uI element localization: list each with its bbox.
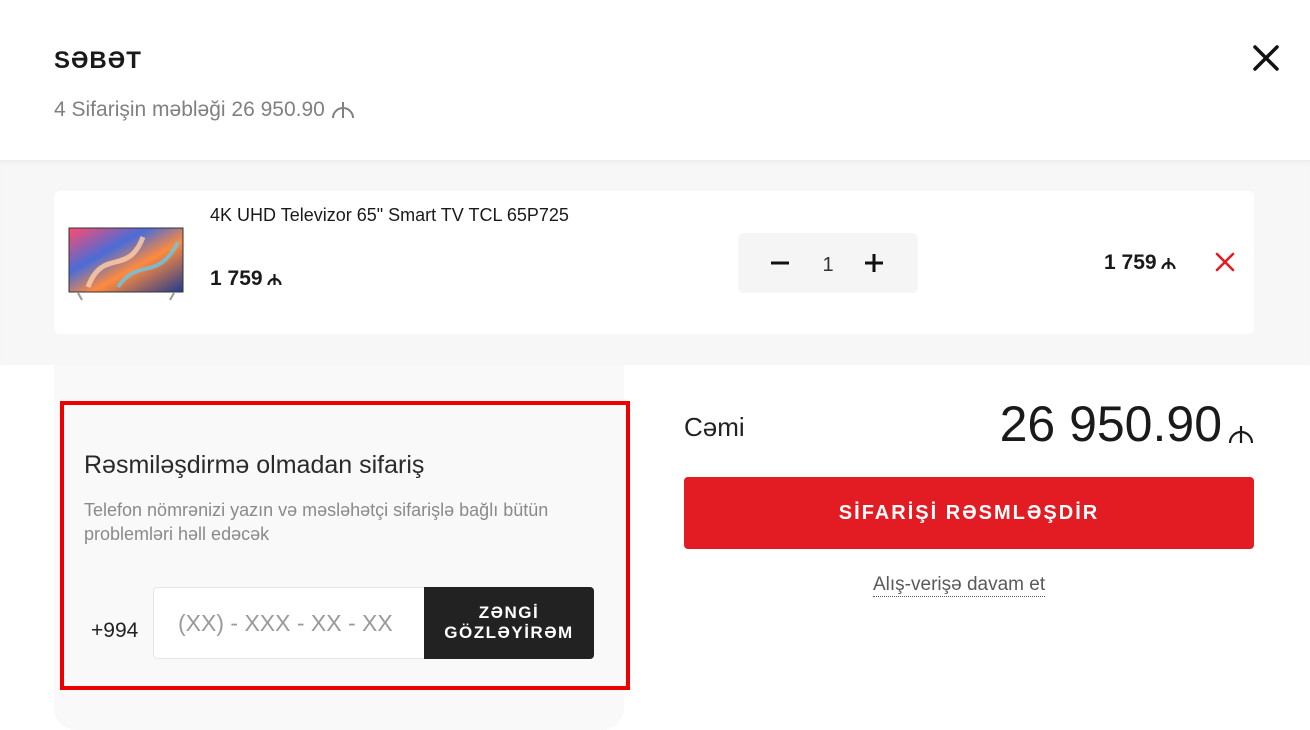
close-icon[interactable] [1248,40,1284,76]
remove-icon[interactable] [1212,249,1238,275]
total-label: Cəmi [684,412,745,442]
cart-item: 4K UHD Televizor 65" Smart TV TCL 65P725… [54,191,1254,334]
cart-header: SƏBƏT 4 Sifarişin məbləği 26 950.90 [0,0,1310,160]
manat-icon [331,102,354,119]
quantity-stepper: 1 [738,233,918,293]
manat-icon [1228,426,1254,444]
cart-summary-subtitle: 4 Sifarişin məbləği 26 950.90 [54,98,355,122]
manat-icon [1160,258,1176,270]
product-price: 1 759 [210,267,282,291]
total-amount-value: 26 950.90 [999,396,1222,452]
product-name[interactable]: 4K UHD Televizor 65" Smart TV TCL 65P725 [210,205,569,226]
quick-order-box: Rəsmiləşdirmə olmadan sifariş Telefon nö… [60,401,630,690]
checkout-button[interactable]: SİFARİŞİ RƏSMLƏŞDİR [684,477,1254,549]
manat-icon [266,274,282,286]
minus-icon[interactable] [766,249,794,277]
quantity-value[interactable]: 1 [814,254,842,277]
tv-image[interactable] [68,227,184,301]
cart-items-area: 4K UHD Televizor 65" Smart TV TCL 65P725… [0,160,1310,365]
subtitle-text: 4 Sifarişin məbləği 26 950.90 [54,98,325,121]
phone-input[interactable] [153,587,425,659]
continue-shopping-link[interactable]: Alış-verişə davam et [873,574,1046,597]
total-amount: 26 950.90 [1000,395,1254,453]
checkout-section: Rəsmiləşdirmə olmadan sifariş Telefon nö… [0,365,1310,730]
item-total-value: 1 759 [1104,251,1157,274]
callback-button[interactable]: ZƏNGİ GÖZLƏYİRƏM [424,587,594,659]
callback-button-line1: ZƏNGİ [478,603,540,622]
page-title: SƏBƏT [54,47,142,74]
product-price-value: 1 759 [210,267,263,290]
item-total: 1 759 [1104,251,1176,275]
callback-button-line2: GÖZLƏYİRƏM [444,623,574,642]
quick-order-title: Rəsmiləşdirmə olmadan sifariş [84,451,425,479]
phone-prefix: +994 [91,619,139,642]
quick-order-description: Telefon nömrənizi yazın və məsləhətçi si… [84,500,549,544]
plus-icon[interactable] [860,249,888,277]
